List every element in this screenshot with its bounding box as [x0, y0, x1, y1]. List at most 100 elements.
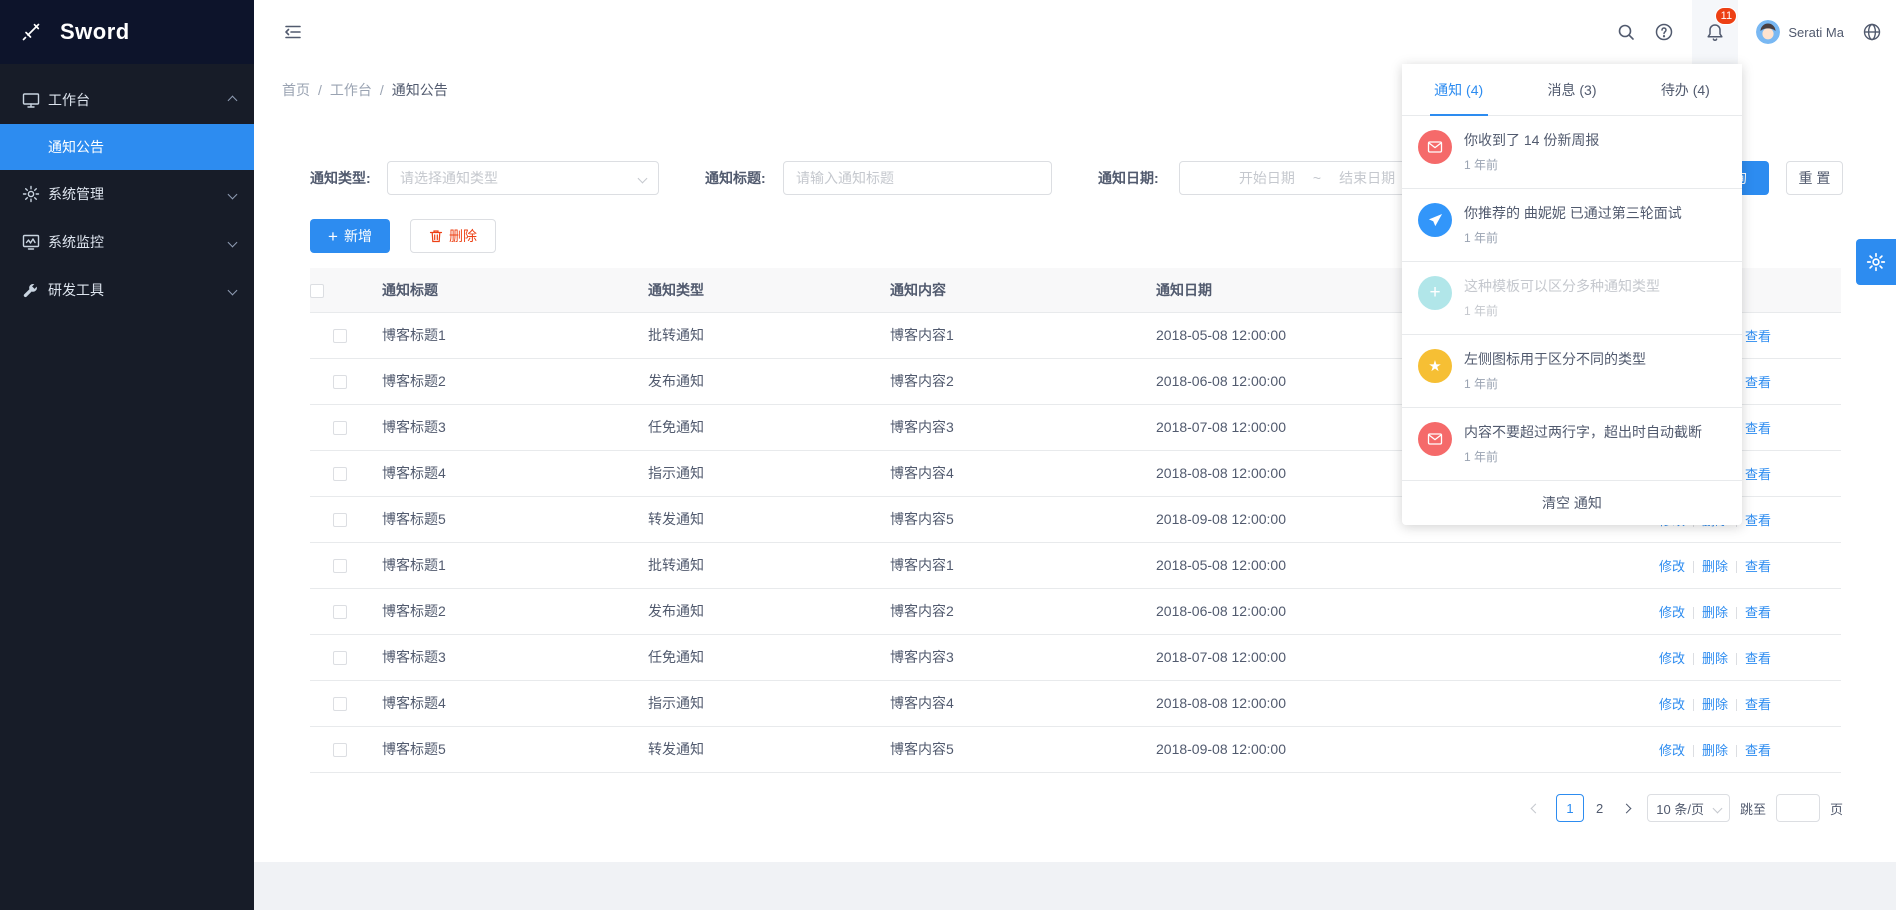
cell-type: 批转通知 [636, 542, 878, 588]
view-link[interactable]: 查看 [1745, 651, 1771, 666]
table-row[interactable]: 博客标题1 批转通知 博客内容1 2018-05-08 12:00:00 修改删… [310, 542, 1841, 588]
delete-link[interactable]: 删除 [1702, 743, 1728, 758]
notification-item[interactable]: + 这种模板可以区分多种通知类型 1 年前 [1402, 262, 1742, 335]
column-header-type: 通知类型 [636, 268, 878, 312]
date-start-placeholder: 开始日期 [1239, 168, 1295, 188]
next-page-button[interactable] [1615, 794, 1637, 822]
reset-button[interactable]: 重 置 [1786, 161, 1843, 195]
clear-notifications-button[interactable]: 清空 通知 [1402, 481, 1742, 525]
row-checkbox[interactable] [333, 467, 347, 481]
notification-text: 你收到了 14 份新周报 1 年前 [1464, 130, 1599, 173]
sidebar-item-dev-tools[interactable]: 研发工具 [0, 266, 254, 314]
delete-button[interactable]: 删除 [410, 219, 496, 253]
page-1-button[interactable]: 1 [1556, 794, 1584, 822]
collapse-menu-icon[interactable] [280, 19, 306, 45]
avatar [1756, 20, 1780, 44]
row-checkbox[interactable] [333, 697, 347, 711]
cell-date: 2018-07-08 12:00:00 [1144, 634, 1644, 680]
sidebar-item-system-monitor[interactable]: 系统监控 [0, 218, 254, 266]
notification-text: 左侧图标用于区分不同的类型 1 年前 [1464, 349, 1646, 392]
view-link[interactable]: 查看 [1745, 329, 1771, 344]
delete-link[interactable]: 删除 [1702, 559, 1728, 574]
view-link[interactable]: 查看 [1745, 375, 1771, 390]
table-row[interactable]: 博客标题4 指示通知 博客内容4 2018-08-08 12:00:00 修改删… [310, 680, 1841, 726]
row-checkbox[interactable] [333, 559, 347, 573]
chevron-down-icon [228, 285, 238, 295]
search-icon[interactable] [1616, 22, 1636, 42]
notifications-button[interactable]: 11 [1692, 0, 1738, 64]
row-checkbox[interactable] [333, 421, 347, 435]
jump-page-input[interactable] [1776, 794, 1820, 822]
view-link[interactable]: 查看 [1745, 513, 1771, 528]
cell-content: 博客内容2 [878, 588, 1144, 634]
notification-time: 1 年前 [1464, 448, 1702, 465]
modify-link[interactable]: 修改 [1659, 743, 1685, 758]
notification-item[interactable]: ★ 左侧图标用于区分不同的类型 1 年前 [1402, 335, 1742, 408]
theme-settings-button[interactable] [1856, 239, 1896, 285]
notice-title-input[interactable] [783, 161, 1052, 195]
globe-icon[interactable] [1862, 22, 1882, 42]
add-button-label: 新增 [344, 226, 372, 246]
divider [1693, 607, 1694, 619]
cell-content: 博客内容4 [878, 450, 1144, 496]
row-checkbox[interactable] [333, 513, 347, 527]
chevron-down-icon [228, 189, 238, 199]
logo-text: Sword [60, 19, 130, 45]
notification-item[interactable]: 内容不要超过两行字，超出时自动截断 1 年前 [1402, 408, 1742, 481]
notification-item[interactable]: 你推荐的 曲妮妮 已通过第三轮面试 1 年前 [1402, 189, 1742, 262]
sword-logo-icon [20, 21, 42, 43]
modify-link[interactable]: 修改 [1659, 697, 1685, 712]
user-name: Serati Ma [1788, 25, 1844, 40]
cell-type: 任免通知 [636, 634, 878, 680]
notification-time: 1 年前 [1464, 156, 1599, 173]
table-row[interactable]: 博客标题5 转发通知 博客内容5 2018-09-08 12:00:00 修改删… [310, 726, 1841, 772]
notification-text: 这种模板可以区分多种通知类型 1 年前 [1464, 276, 1660, 319]
prev-page-button[interactable] [1524, 794, 1546, 822]
breadcrumb-home[interactable]: 首页 [282, 80, 310, 100]
page-2-button[interactable]: 2 [1594, 801, 1605, 816]
cell-title: 博客标题4 [370, 450, 636, 496]
delete-link[interactable]: 删除 [1702, 651, 1728, 666]
tab-messages[interactable]: 消息 (3) [1515, 64, 1628, 115]
view-link[interactable]: 查看 [1745, 605, 1771, 620]
sidebar-item-system-manage[interactable]: 系统管理 [0, 170, 254, 218]
cell-title: 博客标题4 [370, 680, 636, 726]
table-row[interactable]: 博客标题2 发布通知 博客内容2 2018-06-08 12:00:00 修改删… [310, 588, 1841, 634]
view-link[interactable]: 查看 [1745, 559, 1771, 574]
view-link[interactable]: 查看 [1745, 421, 1771, 436]
view-link[interactable]: 查看 [1745, 743, 1771, 758]
date-end-placeholder: 结束日期 [1339, 168, 1395, 188]
notification-time: 1 年前 [1464, 375, 1646, 392]
select-all-checkbox[interactable] [310, 284, 324, 298]
row-checkbox[interactable] [333, 651, 347, 665]
row-checkbox[interactable] [333, 375, 347, 389]
view-link[interactable]: 查看 [1745, 697, 1771, 712]
row-checkbox[interactable] [333, 743, 347, 757]
sidebar-item-workbench[interactable]: 工作台 [0, 76, 254, 124]
delete-link[interactable]: 删除 [1702, 697, 1728, 712]
tab-todos[interactable]: 待办 (4) [1629, 64, 1742, 115]
delete-link[interactable]: 删除 [1702, 605, 1728, 620]
tab-notifications[interactable]: 通知 (4) [1402, 64, 1515, 115]
modify-link[interactable]: 修改 [1659, 559, 1685, 574]
cell-content: 博客内容3 [878, 404, 1144, 450]
divider [1736, 745, 1737, 757]
modify-link[interactable]: 修改 [1659, 605, 1685, 620]
page-size-select[interactable]: 10 条/页 [1647, 794, 1730, 822]
help-icon[interactable] [1654, 22, 1674, 42]
sidebar-item-notice[interactable]: 通知公告 [0, 124, 254, 170]
notification-item[interactable]: 你收到了 14 份新周报 1 年前 [1402, 116, 1742, 189]
cell-title: 博客标题1 [370, 312, 636, 358]
row-checkbox[interactable] [333, 329, 347, 343]
modify-link[interactable]: 修改 [1659, 651, 1685, 666]
plus-icon: + [328, 228, 338, 245]
chevron-down-icon [638, 173, 648, 183]
logo[interactable]: Sword [0, 0, 254, 64]
user-menu[interactable]: Serati Ma [1756, 20, 1844, 44]
add-button[interactable]: + 新增 [310, 219, 390, 253]
breadcrumb-workbench[interactable]: 工作台 [330, 80, 372, 100]
notice-type-select[interactable]: 请选择通知类型 [387, 161, 659, 195]
row-checkbox[interactable] [333, 605, 347, 619]
table-row[interactable]: 博客标题3 任免通知 博客内容3 2018-07-08 12:00:00 修改删… [310, 634, 1841, 680]
view-link[interactable]: 查看 [1745, 467, 1771, 482]
